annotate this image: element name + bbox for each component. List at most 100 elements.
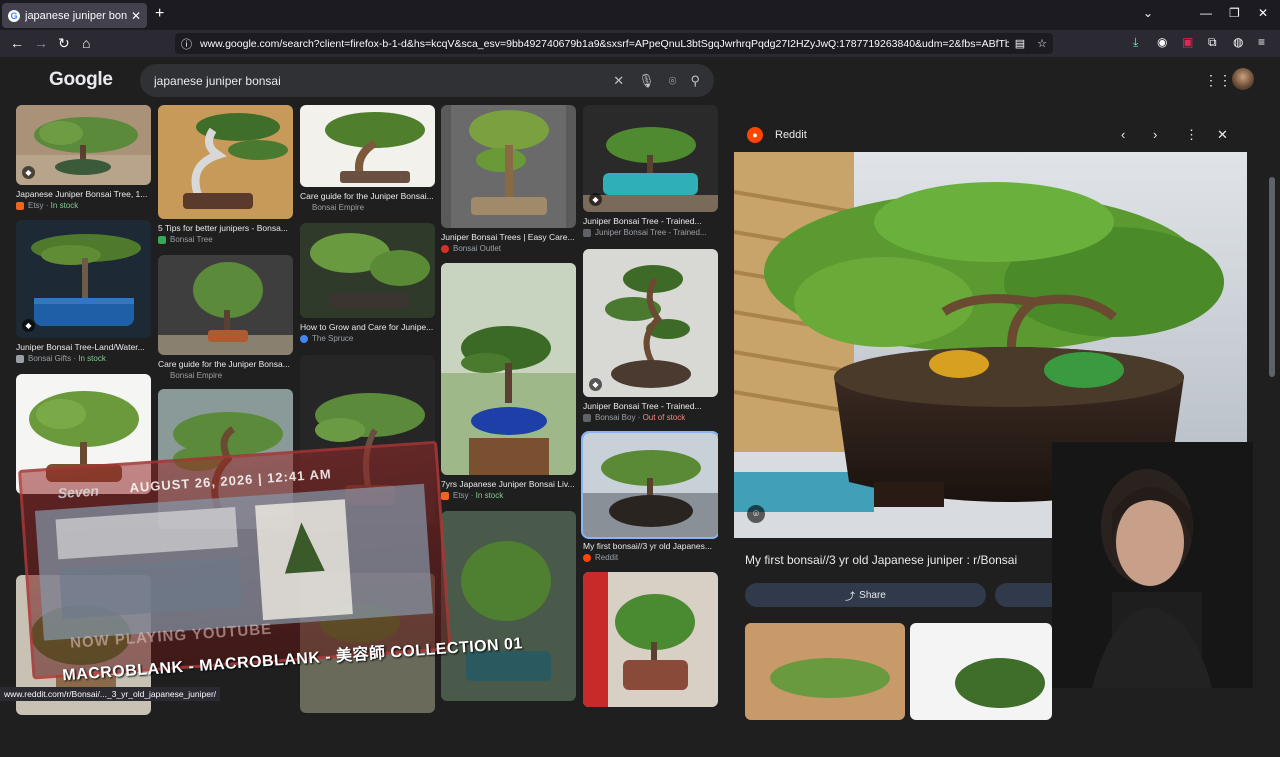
avatar[interactable] xyxy=(1232,68,1254,90)
bonsai-image xyxy=(16,220,151,338)
share-button[interactable]: ⤴ Share xyxy=(745,583,986,607)
bonsai-image xyxy=(300,105,435,187)
image-result[interactable]: ◆ Juniper Bonsai Tree - Trained... Junip… xyxy=(583,105,718,237)
download-icon[interactable]: ⤓ xyxy=(1133,35,1138,50)
search-icon[interactable]: ⚲ xyxy=(690,73,700,89)
bonsai-image xyxy=(441,263,576,475)
bonsai-image xyxy=(583,433,718,537)
bookmark-star-icon[interactable]: ☆ xyxy=(1037,37,1047,50)
result-caption: How to Grow and Care for Junipe... xyxy=(300,322,434,332)
private-mask-icon[interactable]: ◍ xyxy=(1233,35,1243,49)
related-image[interactable] xyxy=(745,623,905,720)
source-icon xyxy=(583,228,591,237)
bonsai-image xyxy=(745,623,905,720)
more-options-icon[interactable]: ⋮ xyxy=(1185,127,1198,143)
result-caption: Care guide for the Juniper Bonsa... xyxy=(158,359,290,369)
tab-title: japanese juniper bonsai - Goog xyxy=(25,9,127,22)
address-bar[interactable]: ⓘ www.google.com/search?client=firefox-b… xyxy=(175,33,1053,54)
reload-icon[interactable]: ↻ xyxy=(58,35,70,52)
webcam-overlay xyxy=(1052,442,1253,688)
menu-icon[interactable]: ≡ xyxy=(1258,35,1265,49)
page-scrollbar[interactable] xyxy=(1268,117,1276,757)
product-tag-icon: ◆ xyxy=(589,378,602,391)
image-result[interactable]: Juniper Bonsai Trees | Easy Care... Bons… xyxy=(441,105,576,253)
bonsai-boy-icon xyxy=(583,413,591,422)
panel-header: ● Reddit xyxy=(747,127,807,143)
lens-search-icon[interactable]: ⌾ xyxy=(747,505,765,523)
forward-icon[interactable]: → xyxy=(34,35,48,51)
home-icon[interactable]: ⌂ xyxy=(82,35,90,51)
result-source: The Spruce xyxy=(300,334,435,343)
lens-icon[interactable]: ⌾ xyxy=(669,73,677,89)
share-icon: ⤴ xyxy=(845,591,856,603)
image-result[interactable]: ◆ Japanese Juniper Bonsai Tree, 1... Ets… xyxy=(16,105,151,210)
image-result[interactable]: 5 Tips for better junipers - Bonsa... Bo… xyxy=(158,105,293,244)
list-tabs-icon[interactable]: ⌄ xyxy=(1143,6,1153,20)
image-result[interactable]: 7yrs Japanese Juniper Bonsai Liv... Etsy… xyxy=(441,263,576,500)
result-caption: 5 Tips for better junipers - Bonsa... xyxy=(158,223,288,233)
new-tab-button[interactable]: + xyxy=(155,5,164,23)
close-window-icon[interactable]: ✕ xyxy=(1258,6,1268,20)
image-result[interactable]: ◆ Juniper Bonsai Tree - Trained... Bonsa… xyxy=(583,249,718,422)
browser-tab[interactable]: G japanese juniper bonsai - Goog ✕ xyxy=(2,3,147,28)
bonsai-tree-icon xyxy=(158,235,166,244)
google-favicon-icon: G xyxy=(8,9,20,22)
bonsai-image xyxy=(441,105,576,228)
extensions-icon[interactable]: ⧉ xyxy=(1208,35,1217,50)
bonsai-image xyxy=(158,255,293,355)
url-text: www.google.com/search?client=firefox-b-1… xyxy=(200,37,1009,50)
overlay-brand: Seven xyxy=(57,482,100,502)
preview-title[interactable]: My first bonsai//3 yr old Japanese junip… xyxy=(745,553,1017,567)
result-source: Reddit xyxy=(583,553,718,562)
bonsai-image xyxy=(158,105,293,219)
previous-icon[interactable]: ‹ xyxy=(1121,127,1125,142)
result-source: Juniper Bonsai Tree - Trained... xyxy=(583,228,718,237)
minimize-icon[interactable]: — xyxy=(1200,6,1212,20)
bonsai-outlet-icon xyxy=(441,244,449,253)
result-source: Bonsai Empire xyxy=(312,203,365,212)
bonsai-image xyxy=(300,223,435,318)
overlay-thumbnail xyxy=(34,483,434,641)
result-caption: 7yrs Japanese Juniper Bonsai Liv... xyxy=(441,479,575,489)
panel-source[interactable]: Reddit xyxy=(775,129,807,141)
maximize-icon[interactable]: ❐ xyxy=(1229,6,1240,20)
bonsai-image xyxy=(583,105,718,212)
result-caption: Juniper Bonsai Trees | Easy Care... xyxy=(441,232,575,242)
result-source: Bonsai Outlet xyxy=(441,244,576,253)
reader-view-icon[interactable]: ▤ xyxy=(1015,37,1025,50)
image-result-selected[interactable]: My first bonsai//3 yr old Japanes... Red… xyxy=(581,431,718,562)
clear-icon[interactable]: ✕ xyxy=(613,73,624,89)
image-result[interactable] xyxy=(583,572,718,707)
webcam-person xyxy=(1052,442,1253,688)
google-logo[interactable]: Google xyxy=(49,69,113,91)
image-result[interactable]: Care guide for the Juniper Bonsai... Bon… xyxy=(300,105,435,212)
status-bar-url: www.reddit.com/r/Bonsai/..._3_yr_old_jap… xyxy=(0,687,221,701)
search-box[interactable]: ✕ 🎙 ⌾ ⚲ xyxy=(140,64,714,97)
next-icon[interactable]: › xyxy=(1153,127,1157,142)
etsy-icon xyxy=(441,491,449,500)
site-info-icon[interactable]: ⓘ xyxy=(181,36,192,52)
extension-badge-icon[interactable]: ▣ xyxy=(1182,35,1193,49)
related-image[interactable] xyxy=(910,623,1052,720)
search-input[interactable] xyxy=(154,73,600,88)
close-tab-icon[interactable]: ✕ xyxy=(131,9,141,23)
bonsai-image xyxy=(583,249,718,397)
close-panel-icon[interactable]: ✕ xyxy=(1217,127,1228,143)
image-result[interactable]: ◆ Juniper Bonsai Tree-Land/Water... Bons… xyxy=(16,220,151,363)
back-icon[interactable]: ← xyxy=(10,35,24,51)
result-source: Etsy · In stock xyxy=(441,491,576,500)
microphone-icon[interactable]: 🎙 xyxy=(638,73,655,89)
product-tag-icon: ◆ xyxy=(589,193,602,206)
result-source: Etsy · In stock xyxy=(16,201,151,210)
etsy-icon xyxy=(16,201,24,210)
result-caption: Japanese Juniper Bonsai Tree, 1... xyxy=(16,189,148,199)
result-caption: Juniper Bonsai Tree-Land/Water... xyxy=(16,342,145,352)
visit-button[interactable] xyxy=(995,583,1055,607)
product-tag-icon: ◆ xyxy=(22,319,35,332)
the-spruce-icon xyxy=(300,334,308,343)
account-icon[interactable]: ◉ xyxy=(1157,35,1167,49)
image-result[interactable]: Care guide for the Juniper Bonsa... Bons… xyxy=(158,255,293,380)
scrollbar-thumb[interactable] xyxy=(1269,177,1275,377)
image-result[interactable] xyxy=(441,511,576,701)
image-result[interactable]: How to Grow and Care for Junipe... The S… xyxy=(300,223,435,343)
